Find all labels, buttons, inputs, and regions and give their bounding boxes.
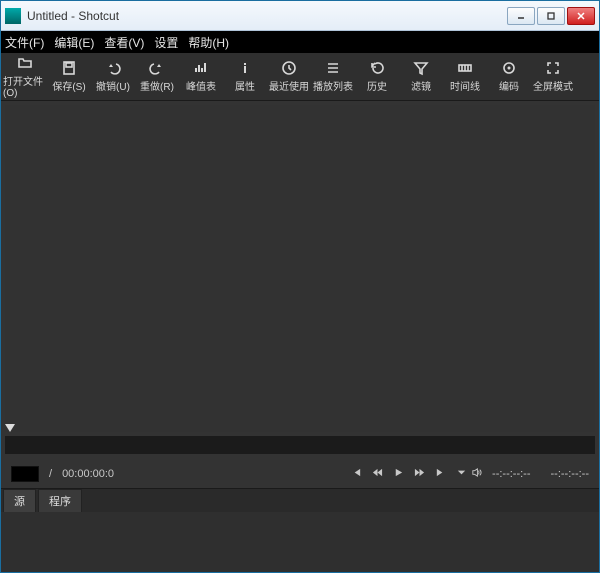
playlist-button[interactable]: 播放列表 xyxy=(311,60,355,93)
timeline-icon xyxy=(456,60,474,76)
fullscreen-label: 全屏模式 xyxy=(533,78,573,93)
titlebar: Untitled - Shotcut xyxy=(1,1,599,31)
history-icon xyxy=(368,60,386,76)
fast-forward-button[interactable] xyxy=(414,467,425,481)
chevron-down-icon[interactable] xyxy=(456,467,467,481)
volume-group xyxy=(456,467,482,481)
properties-label: 属性 xyxy=(235,78,255,93)
redo-label: 重做(R) xyxy=(140,78,174,93)
menu-edit[interactable]: 编辑(E) xyxy=(54,34,94,51)
properties-button[interactable]: 属性 xyxy=(223,60,267,93)
menubar: 文件(F) 编辑(E) 查看(V) 设置 帮助(H) xyxy=(1,31,599,53)
undo-label: 撤销(U) xyxy=(96,78,130,93)
fullscreen-button[interactable]: 全屏模式 xyxy=(531,60,575,93)
encode-button[interactable]: 编码 xyxy=(487,60,531,93)
toolbar: 打开文件(O) 保存(S) 撤销(U) 重做(R) 峰值表 属性 最近使用 播 xyxy=(1,53,599,101)
skip-start-button[interactable] xyxy=(351,467,362,481)
timeline-label: 时间线 xyxy=(450,78,480,93)
list-icon xyxy=(324,60,342,76)
target-icon xyxy=(500,60,518,76)
transport-bar: / 00:00:00:0 --:--:--:-- --:--:--:-- xyxy=(1,460,599,488)
window-title: Untitled - Shotcut xyxy=(27,9,507,23)
undo-icon xyxy=(104,60,122,76)
save-label: 保存(S) xyxy=(52,78,85,93)
menu-view[interactable]: 查看(V) xyxy=(104,34,144,51)
info-icon xyxy=(236,60,254,76)
redo-icon xyxy=(148,60,166,76)
open-label: 打开文件(O) xyxy=(3,73,47,99)
undo-button[interactable]: 撤销(U) xyxy=(91,60,135,93)
history-label: 历史 xyxy=(367,78,387,93)
redo-button[interactable]: 重做(R) xyxy=(135,60,179,93)
open-file-button[interactable]: 打开文件(O) xyxy=(3,55,47,99)
funnel-icon xyxy=(412,60,430,76)
preview-area xyxy=(5,105,595,432)
menu-file[interactable]: 文件(F) xyxy=(5,34,44,51)
minimize-button[interactable] xyxy=(507,7,535,25)
save-icon xyxy=(60,60,78,76)
duration-readout: 00:00:00:0 xyxy=(62,468,114,480)
tab-source[interactable]: 源 xyxy=(3,489,36,512)
open-icon xyxy=(16,55,34,71)
timecode-input[interactable] xyxy=(11,466,39,482)
recent-label: 最近使用 xyxy=(269,78,309,93)
maximize-button[interactable] xyxy=(537,7,565,25)
scrub-bar[interactable] xyxy=(5,436,595,454)
in-point-readout: --:--:--:-- xyxy=(492,468,530,480)
recent-button[interactable]: 最近使用 xyxy=(267,60,311,93)
clock-icon xyxy=(280,60,298,76)
play-button[interactable] xyxy=(393,467,404,481)
skip-end-button[interactable] xyxy=(435,467,446,481)
fullscreen-icon xyxy=(544,60,562,76)
menu-help[interactable]: 帮助(H) xyxy=(188,34,229,51)
rewind-button[interactable] xyxy=(372,467,383,481)
timecode-readouts: --:--:--:-- --:--:--:-- xyxy=(492,468,589,480)
app-icon xyxy=(5,8,21,24)
filters-button[interactable]: 滤镜 xyxy=(399,60,443,93)
tab-program[interactable]: 程序 xyxy=(38,489,82,512)
bottom-panel xyxy=(1,512,599,572)
speaker-icon[interactable] xyxy=(471,467,482,481)
history-button[interactable]: 历史 xyxy=(355,60,399,93)
time-separator: / xyxy=(49,468,52,480)
save-button[interactable]: 保存(S) xyxy=(47,60,91,93)
encode-label: 编码 xyxy=(499,78,519,93)
menu-settings[interactable]: 设置 xyxy=(154,34,178,51)
playlist-label: 播放列表 xyxy=(313,78,353,93)
timeline-button[interactable]: 时间线 xyxy=(443,60,487,93)
out-point-readout: --:--:--:-- xyxy=(551,468,589,480)
app-window: Untitled - Shotcut 文件(F) 编辑(E) 查看(V) 设置 … xyxy=(0,0,600,573)
window-buttons xyxy=(507,7,595,25)
playhead-marker[interactable] xyxy=(5,424,15,432)
peak-meter-label: 峰值表 xyxy=(186,78,216,93)
peak-meter-icon xyxy=(192,60,210,76)
filters-label: 滤镜 xyxy=(411,78,431,93)
peak-meter-button[interactable]: 峰值表 xyxy=(179,60,223,93)
transport-controls xyxy=(351,467,446,481)
close-button[interactable] xyxy=(567,7,595,25)
player-tabs: 源 程序 xyxy=(1,488,599,512)
